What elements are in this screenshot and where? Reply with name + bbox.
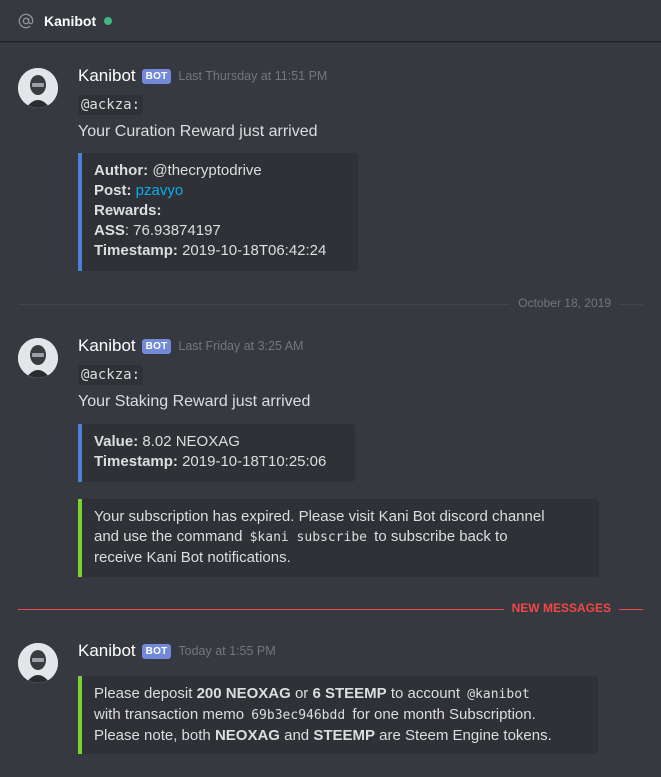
- reward-embed: Author: @thecryptodrive Post: pzavyo Rew…: [78, 153, 358, 271]
- subscription-notice-embed: Your subscription has expired. Please vi…: [78, 499, 599, 577]
- bot-badge: BOT: [141, 643, 172, 659]
- memo-code: 69b3ec946bdd: [248, 707, 349, 724]
- embed-timestamp-row: Timestamp: 2019-10-18T10:25:06: [94, 453, 327, 470]
- robot-avatar-icon: [18, 643, 58, 683]
- at-sign-icon: [18, 13, 34, 28]
- new-messages-label: NEW MESSAGES: [503, 602, 619, 615]
- deposit-instructions-embed: Please deposit 200 NEOXAG or 6 STEEMP to…: [78, 676, 598, 754]
- bot-badge: BOT: [141, 68, 172, 84]
- embed-timestamp-row: Timestamp: 2019-10-18T06:42:24: [94, 242, 327, 259]
- online-status-icon: [104, 16, 113, 25]
- message-timestamp: Today at 1:55 PM: [178, 644, 276, 658]
- account-code: @kanibot: [464, 686, 533, 703]
- notice-line-2: and use the command $kani subscribe to s…: [94, 528, 508, 546]
- new-messages-divider: NEW MESSAGES: [18, 602, 643, 615]
- message-timestamp: Last Friday at 3:25 AM: [178, 339, 304, 353]
- reward-embed: Value: 8.02 NEOXAG Timestamp: 2019-10-18…: [78, 424, 355, 482]
- deposit-line-1: Please deposit 200 NEOXAG or 6 STEEMP to…: [94, 684, 586, 705]
- message-mention-line: @ackza:: [78, 95, 144, 115]
- embed-post-row: Post: pzavyo: [94, 182, 184, 199]
- robot-avatar-icon: [18, 68, 58, 108]
- divider-date-label: October 18, 2019: [510, 297, 619, 310]
- deposit-line-2: with transaction memo 69b3ec946bdd for o…: [94, 706, 536, 724]
- command-code: $kani subscribe: [246, 529, 370, 546]
- author-name[interactable]: Kanibot: [78, 641, 136, 661]
- avatar[interactable]: [18, 338, 58, 378]
- avatar[interactable]: [18, 68, 58, 108]
- channel-header: Kanibot: [0, 0, 661, 42]
- notice-line-1: Your subscription has expired. Please vi…: [94, 508, 545, 525]
- message-mention-line: @ackza:: [78, 365, 144, 385]
- author-name[interactable]: Kanibot: [78, 66, 136, 86]
- message-timestamp: Last Thursday at 11:51 PM: [178, 69, 328, 83]
- channel-title: Kanibot: [44, 12, 97, 29]
- embed-ass-row: ASS: 76.93874197: [94, 222, 221, 239]
- embed-author-row: Author: @thecryptodrive: [94, 162, 262, 179]
- date-divider: October 18, 2019: [18, 297, 643, 310]
- post-link[interactable]: pzavyo: [136, 182, 184, 199]
- message-text: Your Curation Reward just arrived: [78, 123, 318, 140]
- notice-line-3: receive Kani Bot notifications.: [94, 549, 291, 566]
- robot-avatar-icon: [18, 338, 58, 378]
- embed-rewards-row: Rewards:: [94, 202, 162, 219]
- bot-badge: BOT: [141, 338, 172, 354]
- author-name[interactable]: Kanibot: [78, 336, 136, 356]
- message-text: Your Staking Reward just arrived: [78, 393, 311, 410]
- user-mention[interactable]: @ackza:: [78, 95, 144, 115]
- deposit-line-3: Please note, both NEOXAG and STEEMP are …: [94, 727, 552, 744]
- embed-value-row: Value: 8.02 NEOXAG: [94, 433, 240, 450]
- user-mention[interactable]: @ackza:: [78, 365, 144, 385]
- avatar[interactable]: [18, 643, 58, 683]
